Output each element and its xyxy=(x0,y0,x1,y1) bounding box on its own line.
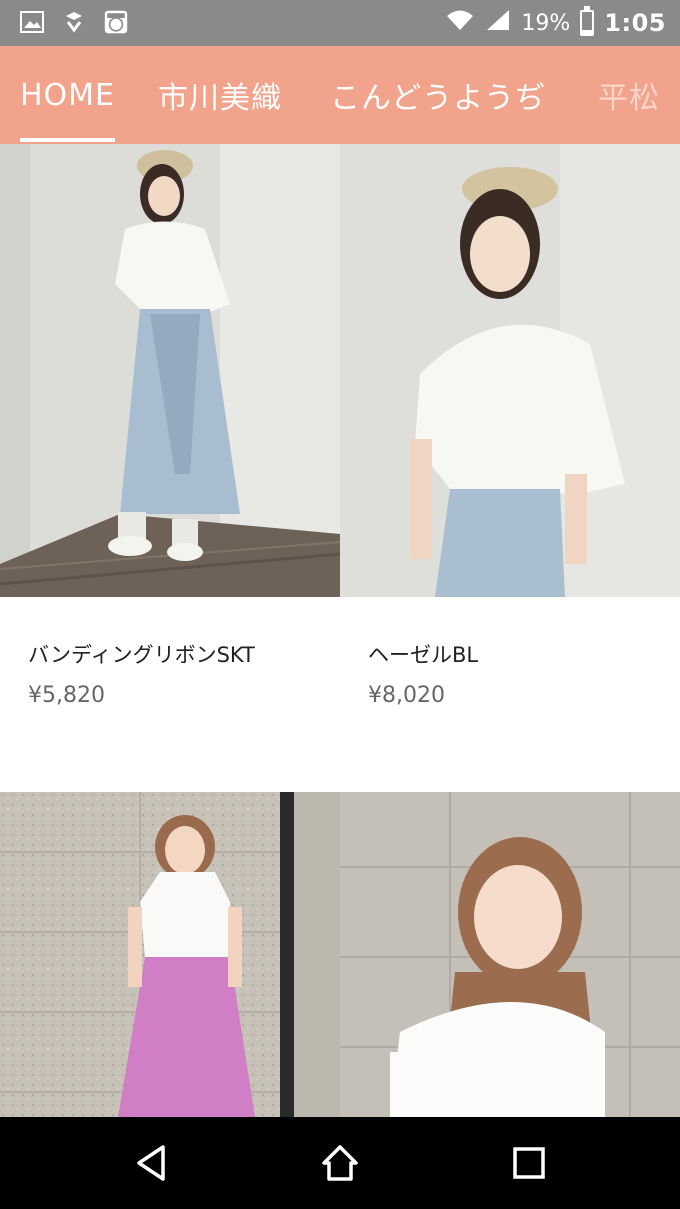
product-card[interactable]: ヘーゼルBL ¥8,020 xyxy=(340,144,680,792)
signal-icon xyxy=(485,8,511,38)
battery-percent: 19% xyxy=(521,10,571,36)
recents-icon[interactable] xyxy=(503,1137,555,1189)
wifi-icon xyxy=(445,8,475,38)
product-photo[interactable] xyxy=(340,792,680,1117)
home-icon[interactable] xyxy=(314,1137,366,1189)
app-icon xyxy=(104,8,128,36)
tab-kondo-youdi[interactable]: こんどうようぢ xyxy=(330,46,546,144)
tab-hiramatsu[interactable]: 平松 xyxy=(598,46,660,144)
product-grid: バンディングリボンSKT ¥5,820 ヘーゼルBL ¥8,020 xyxy=(0,144,680,1117)
back-icon[interactable] xyxy=(125,1137,177,1189)
clock: 1:05 xyxy=(604,9,666,37)
product-photo[interactable] xyxy=(340,144,680,597)
product-name[interactable]: バンディングリボンSKT xyxy=(28,639,255,669)
product-info: ヘーゼルBL ¥8,020 xyxy=(340,597,680,792)
image-icon xyxy=(20,8,44,36)
product-price: ¥5,820 xyxy=(28,683,105,708)
download-icon xyxy=(62,8,86,36)
navigation-bar xyxy=(0,1117,680,1209)
product-card[interactable] xyxy=(0,792,340,1117)
battery-icon xyxy=(580,6,595,36)
product-card[interactable]: バンディングリボンSKT ¥5,820 xyxy=(0,144,340,792)
product-photo[interactable] xyxy=(0,792,340,1117)
product-card[interactable] xyxy=(340,792,680,1117)
product-info: バンディングリボンSKT ¥5,820 xyxy=(0,597,340,792)
tab-home[interactable]: HOME xyxy=(20,46,116,144)
product-name[interactable]: ヘーゼルBL xyxy=(368,639,478,669)
tab-ichikawa-miori[interactable]: 市川美織 xyxy=(158,46,282,144)
product-price: ¥8,020 xyxy=(368,683,445,708)
tab-bar: HOME 市川美織 こんどうようぢ 平松 xyxy=(0,46,680,144)
status-bar: 19% 1:05 xyxy=(0,0,680,46)
product-photo[interactable] xyxy=(0,144,340,597)
